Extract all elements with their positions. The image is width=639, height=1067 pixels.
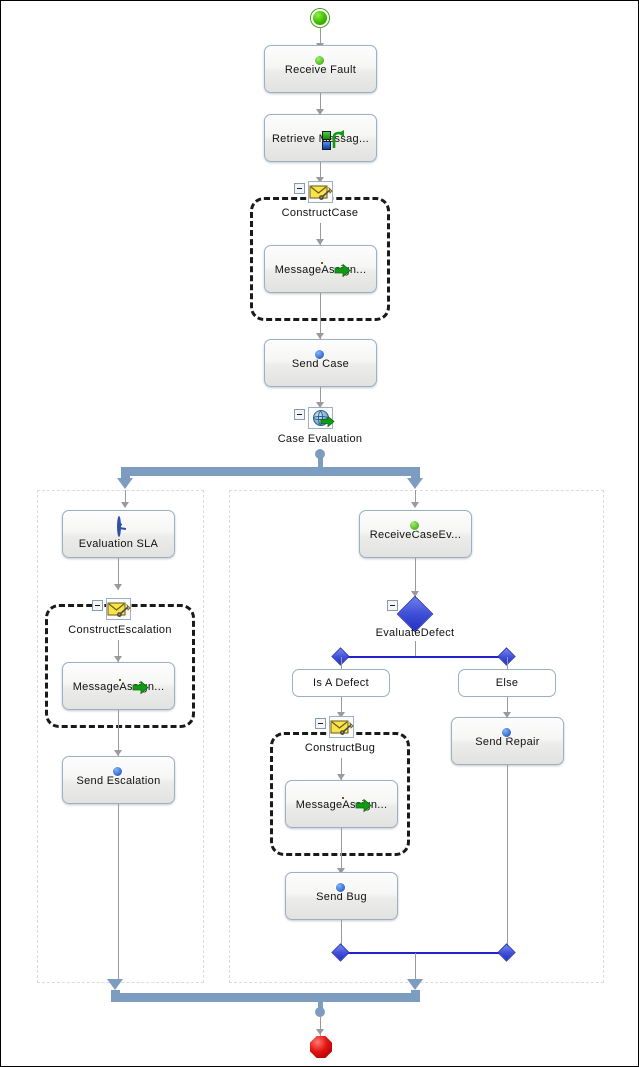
arrowhead <box>411 502 419 508</box>
activity-label: MessageAssign... <box>274 264 367 276</box>
activity-retrieve-message[interactable]: Retrieve Messag... <box>264 114 377 162</box>
construct-message-icon <box>329 716 354 738</box>
branch-condition-else[interactable]: Else <box>458 669 556 697</box>
branch-container-left <box>37 490 204 983</box>
parallel-split-left-arrow <box>117 478 133 489</box>
activity-receive-fault[interactable]: Receive Fault <box>264 45 377 93</box>
connector-to-isadefect <box>341 657 342 669</box>
branch-label: Is A Defect <box>313 677 369 689</box>
scope-label: ConstructEscalation <box>68 624 172 636</box>
expander-construct-case[interactable] <box>294 183 305 194</box>
connector-evaluatedefect-to-split <box>415 641 416 657</box>
start-circle-icon[interactable] <box>311 9 329 27</box>
activity-evaluation-sla[interactable]: Evaluation SLA <box>62 510 175 558</box>
activity-construct-escalation-message-assign[interactable]: MessageAssign... <box>62 662 175 710</box>
parallel-split-right-arrow <box>407 478 423 489</box>
workflow-canvas: Receive Fault Retrieve Messag... Constru… <box>0 0 639 1067</box>
parallel-join-right-arrow <box>407 979 423 990</box>
expander-case-evaluation[interactable] <box>294 409 305 420</box>
connector-sendrepair-to-merge <box>507 765 508 951</box>
activity-receive-case-event[interactable]: ReceiveCaseEv... <box>359 510 472 558</box>
activity-label: Evaluation SLA <box>78 538 159 550</box>
activity-construct-bug-message-assign[interactable]: MessageAssign... <box>285 780 398 828</box>
parallel-join-left-leg <box>111 990 120 1002</box>
activity-label: MessageAssign... <box>72 681 165 693</box>
decision-merge-line <box>341 952 507 954</box>
parallel-join-bar[interactable] <box>111 993 420 1002</box>
node-label: EvaluateDefect <box>375 627 455 639</box>
expander-evaluate-defect[interactable] <box>387 600 398 611</box>
globe-receive-icon <box>308 407 335 429</box>
scope-label: ConstructCase <box>281 207 359 219</box>
expander-construct-escalation[interactable] <box>92 600 103 611</box>
decision-split-line <box>341 656 507 658</box>
branch-condition-is-a-defect[interactable]: Is A Defect <box>292 669 390 697</box>
node-label: Case Evaluation <box>277 433 363 445</box>
parallel-split-stub <box>318 453 323 467</box>
parallel-split-bar[interactable] <box>121 467 420 476</box>
activity-label: MessageAssign... <box>295 799 388 811</box>
expander-construct-bug[interactable] <box>315 718 326 729</box>
parallel-join-connector-dot <box>315 1007 325 1017</box>
parallel-join-left-arrow <box>107 979 123 990</box>
activity-send-repair[interactable]: Send Repair <box>451 717 564 765</box>
arrowhead <box>121 502 129 508</box>
arrowhead <box>316 1029 324 1035</box>
scope-label: ConstructBug <box>304 742 376 754</box>
clock-icon <box>116 516 126 537</box>
activity-send-bug[interactable]: Send Bug <box>285 872 398 920</box>
activity-send-escalation[interactable]: Send Escalation <box>62 756 175 804</box>
activity-send-case[interactable]: Send Case <box>264 339 377 387</box>
connector-sendescalation-to-join <box>118 804 119 984</box>
construct-message-icon <box>106 598 131 620</box>
activity-construct-case-message-assign[interactable]: MessageAssign... <box>264 245 377 293</box>
parallel-join-right-leg <box>411 990 420 1002</box>
branch-label: Else <box>495 677 519 689</box>
connector-to-else <box>507 657 508 669</box>
arrowhead <box>114 584 122 590</box>
activity-label: Retrieve Messag... <box>271 133 370 145</box>
construct-message-icon <box>308 181 333 203</box>
stop-octagon-icon[interactable] <box>310 1036 332 1058</box>
